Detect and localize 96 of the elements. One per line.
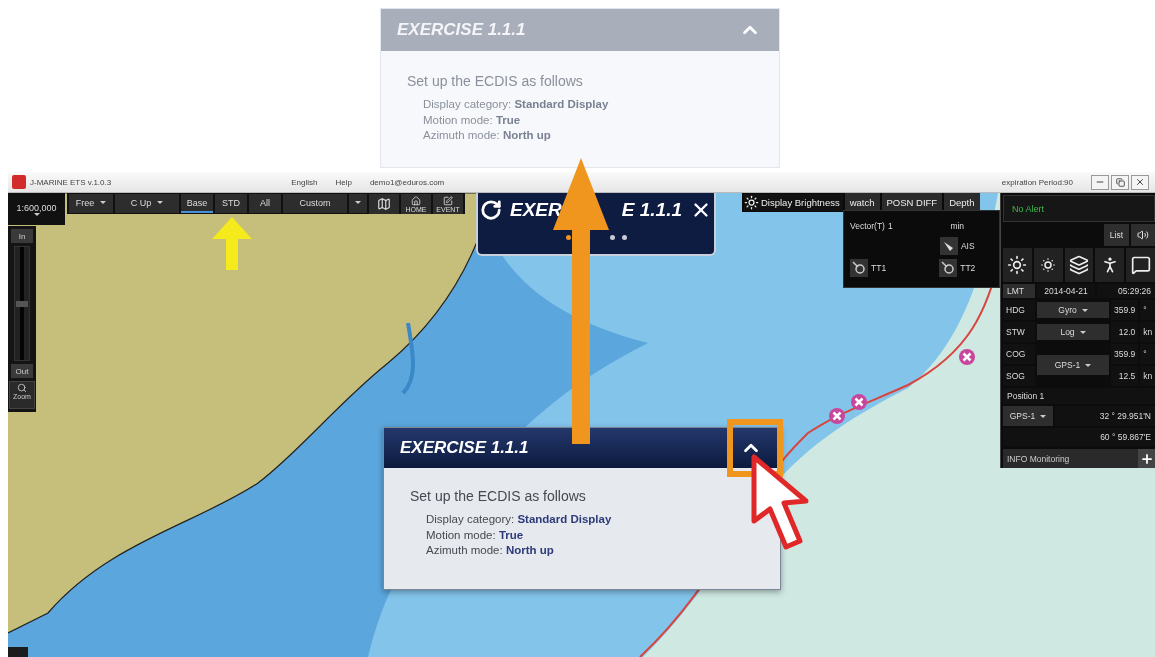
wreck-marker-icon — [958, 348, 976, 366]
panel-title: EXERCISE 1.1.1 — [400, 438, 529, 458]
exercise-title: E 1.1.1 — [621, 199, 682, 221]
plus-icon — [1139, 451, 1154, 466]
scale-display[interactable]: 1:600,000 — [8, 193, 65, 225]
instruction-text: Set up the ECDIS as follows — [410, 488, 587, 504]
sound-button[interactable] — [1131, 224, 1155, 246]
menu-item[interactable]: English — [291, 177, 318, 187]
brightness-button[interactable]: Display Brightness — [744, 194, 843, 211]
toolbar-icon-button[interactable] — [369, 194, 399, 214]
target-icon — [941, 261, 956, 275]
source-dropdown[interactable]: GPS-1 — [1037, 355, 1109, 375]
nav-unit: kn — [1140, 322, 1155, 342]
restart-icon[interactable] — [480, 199, 502, 221]
edit-icon — [443, 195, 453, 206]
up-arrow-icon — [212, 217, 252, 270]
toolbar-button[interactable]: All — [249, 194, 281, 213]
instruction-item: Motion mode: True — [426, 527, 525, 543]
nav-value: 359.9 — [1111, 300, 1139, 320]
target-icon — [852, 261, 866, 275]
toolbar-button[interactable]: Base — [181, 194, 213, 213]
vector-unit: min — [950, 221, 965, 231]
restore-icon — [1115, 177, 1125, 187]
date-value: 2014-04-21 — [1037, 284, 1095, 298]
close-icon — [1135, 177, 1145, 187]
toolbar-button[interactable]: STD — [215, 194, 247, 213]
wreck-marker-icon — [850, 393, 868, 411]
target-button[interactable] — [939, 259, 958, 277]
info-monitoring-bar[interactable]: INFO Monitoring — [1003, 449, 1155, 468]
nav-label: STW — [1003, 322, 1035, 342]
instruction-item: Motion mode: True — [423, 112, 522, 128]
zoom-out-button[interactable]: Out — [11, 364, 33, 378]
ais-button[interactable] — [939, 237, 958, 255]
menu-item[interactable]: Help — [335, 177, 352, 187]
panel-title: EXERCISE 1.1.1 — [397, 20, 526, 40]
restore-button[interactable] — [1111, 174, 1129, 190]
brightness-icon[interactable] — [1003, 248, 1032, 282]
ais-icon — [942, 240, 955, 252]
alert-status: No Alert — [1003, 195, 1155, 222]
source-dropdown[interactable]: Log — [1037, 324, 1109, 340]
nav-value: 12.0 — [1111, 322, 1139, 342]
vector-label: Vector(T) — [850, 221, 885, 231]
add-button[interactable] — [1138, 449, 1155, 468]
speaker-icon — [1137, 229, 1149, 241]
source-dropdown[interactable]: GPS-1 — [1003, 406, 1053, 426]
instruction-item: Display category: Standard Display — [423, 97, 610, 112]
map-icon — [377, 197, 391, 211]
exercise-title: EXER — [510, 199, 562, 221]
dim-icon[interactable] — [1033, 248, 1063, 282]
home-icon — [411, 195, 421, 206]
nav-unit: kn — [1140, 366, 1155, 386]
position-title: Position 1 — [1003, 388, 1155, 404]
nav-unit: ° — [1140, 344, 1155, 364]
instruction-text: Set up the ECDIS as follows — [407, 73, 584, 89]
nav-label: HDG — [1003, 300, 1035, 320]
wreck-marker-icon — [828, 407, 846, 425]
toolbar-button[interactable]: Custom — [283, 194, 347, 213]
ais-label: AIS — [960, 241, 975, 251]
list-button[interactable]: List — [1103, 224, 1129, 246]
nav-label: COG — [1003, 344, 1035, 364]
app-title: J-MARINE ETS v.1.0.3 — [30, 177, 112, 187]
vector-value[interactable]: 1 — [887, 221, 893, 231]
dropdown-button[interactable]: Free — [69, 194, 113, 213]
layers-icon[interactable] — [1064, 248, 1094, 282]
target-label: TT1 — [871, 263, 887, 273]
expiration-text: expiration Period:90 — [1001, 177, 1073, 187]
nav-value: 12.5 — [1111, 366, 1139, 386]
instruction-item: Azimuth mode: North up — [423, 128, 552, 143]
nav-value: 359.9 — [1111, 344, 1139, 364]
close-button[interactable] — [1131, 174, 1149, 190]
search-icon — [17, 383, 27, 393]
source-dropdown[interactable]: Gyro — [1037, 302, 1109, 318]
target-button[interactable] — [850, 259, 868, 277]
target-label: TT2 — [960, 263, 976, 273]
zoom-slider[interactable] — [14, 246, 30, 361]
slider-thumb[interactable] — [16, 300, 28, 307]
sun-icon — [744, 195, 759, 210]
app-logo-icon — [12, 175, 26, 189]
page-dot[interactable] — [565, 235, 571, 240]
message-icon[interactable] — [1126, 248, 1155, 282]
person-icon[interactable] — [1095, 248, 1125, 282]
longitude-value: 60 ° 59.867'E — [1003, 428, 1155, 446]
nav-unit: ° — [1140, 300, 1155, 320]
nav-label: SOG — [1003, 366, 1035, 386]
time-label: LMT — [1003, 284, 1035, 298]
page-dot[interactable] — [621, 235, 627, 240]
time-value: 05:29:26 — [1097, 284, 1155, 298]
instruction-item: Azimuth mode: North up — [426, 543, 555, 558]
zoom-in-button[interactable]: In — [11, 229, 33, 243]
instruction-item: Display category: Standard Display — [426, 512, 613, 527]
dropdown-button[interactable]: C Up — [115, 194, 179, 213]
page-dot[interactable] — [609, 235, 615, 240]
latitude-value: 32 ° 29.951'N — [1055, 406, 1155, 426]
dropdown-button[interactable] — [349, 194, 367, 213]
minimize-button[interactable] — [1091, 174, 1109, 190]
user-email: demo1@eduros.com — [369, 177, 445, 187]
